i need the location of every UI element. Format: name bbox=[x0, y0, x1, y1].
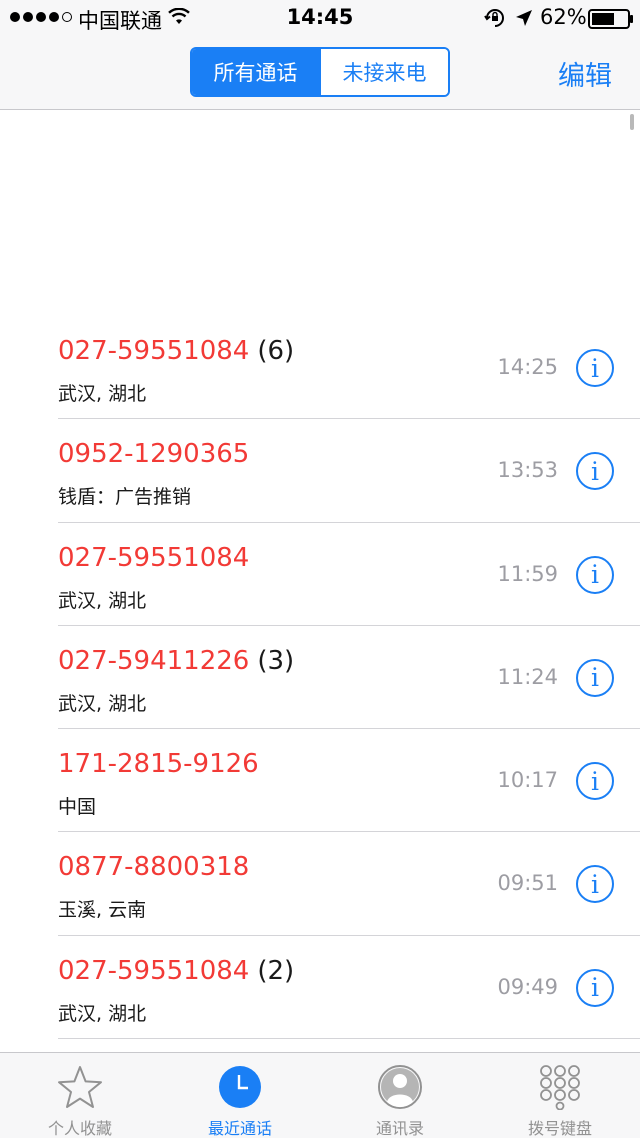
nav-bar: 所有通话 未接来电 编辑 bbox=[0, 36, 640, 110]
call-time: 11:59 bbox=[497, 561, 558, 586]
segment-all-calls[interactable]: 所有通话 bbox=[192, 49, 319, 95]
tab-label: 最近通话 bbox=[207, 1119, 272, 1138]
battery-percentage: 62% bbox=[540, 5, 587, 29]
call-number-line: 0952-1290365 bbox=[58, 439, 257, 469]
call-number-line: 027-59411226 (3) bbox=[58, 646, 294, 676]
phone-number: 171-2815-9126 bbox=[58, 749, 259, 780]
info-icon[interactable]: i bbox=[576, 452, 614, 491]
call-location: 中国 bbox=[58, 796, 97, 819]
call-number-line: 027-59551084 bbox=[58, 543, 257, 573]
call-time: 09:51 bbox=[497, 871, 558, 896]
segment-missed-calls[interactable]: 未接来电 bbox=[319, 49, 448, 95]
status-bar: 中国联通 14:45 62% bbox=[0, 0, 640, 36]
call-row[interactable]: 027-59551084 (2) 武汉, 湖北 09:49 i bbox=[0, 936, 640, 1040]
call-time: 09:49 bbox=[497, 974, 558, 999]
recent-calls-list: 027-59551084 (6) 武汉, 湖北 14:25 i 0952-1290… bbox=[0, 316, 640, 1040]
call-time: 14:25 bbox=[497, 355, 558, 379]
star-icon bbox=[57, 1063, 103, 1111]
battery-icon bbox=[588, 9, 634, 34]
edit-button[interactable]: 编辑 bbox=[558, 54, 612, 93]
call-row[interactable]: 027-59411226 (3) 武汉, 湖北 11:24 i bbox=[0, 626, 640, 730]
call-filter-segmented-control: 所有通话 未接来电 bbox=[190, 47, 450, 97]
tab-keypad[interactable]: 拨号键盘 bbox=[480, 1053, 640, 1138]
tab-bar: 个人收藏 最近通话 通讯录 拨号键盘 bbox=[0, 1052, 640, 1138]
call-count: (6) bbox=[257, 336, 295, 366]
tab-label: 个人收藏 bbox=[47, 1119, 112, 1138]
call-number-line: 027-59551084 (2) bbox=[58, 956, 294, 986]
call-location: 武汉, 湖北 bbox=[58, 692, 147, 715]
call-row[interactable]: 027-59551084 武汉, 湖北 11:59 i bbox=[0, 523, 640, 626]
scroll-indicator[interactable] bbox=[630, 114, 634, 130]
call-row[interactable]: 0952-1290365 钱盾：广告推销 13:53 i bbox=[0, 419, 640, 523]
info-icon[interactable]: i bbox=[576, 762, 614, 801]
call-count: (2) bbox=[257, 955, 295, 986]
call-row[interactable]: 0877-8800318 玉溪, 云南 09:51 i bbox=[0, 832, 640, 936]
call-location: 武汉, 湖北 bbox=[58, 589, 147, 612]
tab-contacts[interactable]: 通讯录 bbox=[320, 1053, 480, 1138]
call-row[interactable]: 027-59551084 (6) 武汉, 湖北 14:25 i bbox=[0, 316, 640, 420]
call-number-line: 0877-8800318 bbox=[58, 852, 257, 882]
phone-number: 027-59551084 bbox=[58, 336, 250, 366]
call-number-line: 027-59551084 (6) bbox=[58, 336, 294, 366]
call-location: 玉溪, 云南 bbox=[58, 899, 147, 922]
call-location: 武汉, 湖北 bbox=[58, 1002, 147, 1025]
info-icon[interactable]: i bbox=[576, 968, 614, 1007]
rotation-lock-icon bbox=[484, 8, 506, 33]
call-location: 钱盾：广告推销 bbox=[58, 486, 192, 509]
contact-icon bbox=[377, 1063, 423, 1111]
info-icon[interactable]: i bbox=[576, 555, 614, 594]
call-location: 武汉, 湖北 bbox=[58, 383, 147, 405]
call-time: 13:53 bbox=[497, 458, 558, 483]
tab-favorites[interactable]: 个人收藏 bbox=[0, 1053, 160, 1138]
phone-number: 0952-1290365 bbox=[58, 439, 250, 470]
phone-number: 027-59411226 bbox=[58, 645, 250, 676]
row-separator bbox=[58, 1038, 640, 1040]
phone-number: 027-59551084 bbox=[58, 542, 250, 573]
tab-recents[interactable]: 最近通话 bbox=[160, 1053, 320, 1138]
phone-number: 027-59551084 bbox=[58, 955, 250, 986]
tab-label: 通讯录 bbox=[375, 1119, 424, 1138]
call-time: 10:17 bbox=[497, 768, 558, 793]
clock-icon bbox=[218, 1063, 262, 1111]
call-row[interactable]: 171-2815-9126 中国 10:17 i bbox=[0, 729, 640, 833]
phone-number: 0877-8800318 bbox=[58, 852, 250, 883]
call-number-line: 171-2815-9126 bbox=[58, 749, 267, 779]
info-icon[interactable]: i bbox=[576, 865, 614, 904]
tab-label: 拨号键盘 bbox=[527, 1119, 592, 1138]
info-icon[interactable]: i bbox=[576, 658, 614, 697]
location-arrow-icon bbox=[514, 8, 534, 33]
info-icon[interactable]: i bbox=[576, 349, 614, 387]
call-count: (3) bbox=[257, 645, 295, 676]
call-time: 11:24 bbox=[497, 664, 558, 689]
keypad-icon bbox=[538, 1063, 582, 1111]
